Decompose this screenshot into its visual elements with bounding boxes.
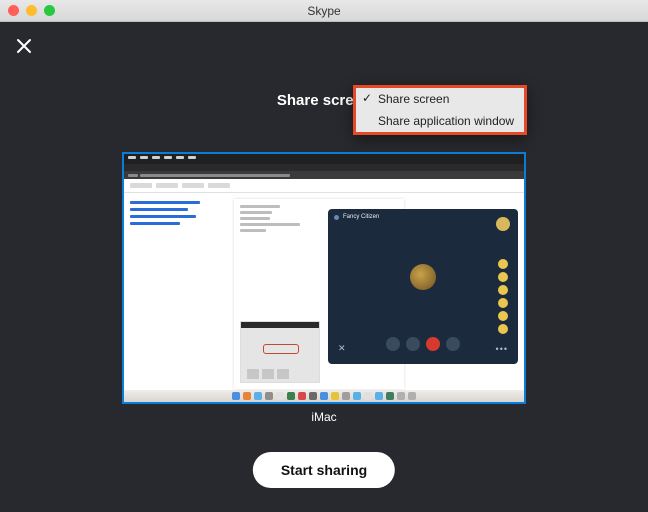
- share-screen-heading: Share screen: [0, 92, 648, 109]
- preview-mac-menubar: [124, 154, 524, 164]
- preview-doc-outline: [130, 201, 220, 229]
- close-window-icon[interactable]: [8, 5, 19, 16]
- preview-skype-call-window: Fancy Citizen ✕: [328, 209, 518, 364]
- screen-preview-container: Fancy Citizen ✕: [122, 152, 526, 424]
- window-controls[interactable]: [8, 5, 55, 16]
- dropdown-option-label: Share application window: [378, 114, 514, 128]
- share-mode-dropdown[interactable]: Share screen Share application window: [353, 85, 527, 135]
- call-participant-name: Fancy Citizen: [343, 214, 379, 220]
- window-title: Skype: [0, 4, 648, 18]
- mic-icon: [386, 337, 400, 351]
- share-icon: [446, 337, 460, 351]
- hangup-icon: [426, 337, 440, 351]
- mac-titlebar: Skype: [0, 0, 648, 22]
- start-sharing-button[interactable]: Start sharing: [253, 452, 395, 488]
- call-controls: [328, 332, 518, 356]
- minimize-window-icon[interactable]: [26, 5, 37, 16]
- reaction-icon: [498, 259, 508, 269]
- dropdown-option-share-application-window[interactable]: Share application window: [356, 110, 524, 132]
- screen-name-label: iMac: [122, 410, 526, 424]
- reactions-bar: [498, 259, 508, 334]
- reaction-icon: [498, 298, 508, 308]
- close-icon: [16, 38, 32, 54]
- screen-preview[interactable]: Fancy Citizen ✕: [122, 152, 526, 404]
- dropdown-option-share-screen[interactable]: Share screen: [356, 88, 524, 110]
- camera-icon: [406, 337, 420, 351]
- self-video-thumbnail: [496, 217, 510, 231]
- dropdown-option-label: Share screen: [378, 92, 449, 106]
- preview-url-bar: [124, 171, 524, 179]
- preview-mac-dock: [124, 390, 524, 402]
- reaction-icon: [498, 272, 508, 282]
- preview-document-app: Fancy Citizen ✕: [124, 179, 524, 390]
- reaction-icon: [498, 311, 508, 321]
- participant-avatar: [410, 264, 436, 290]
- preview-browser-tabs: [124, 164, 524, 171]
- preview-doc-toolbar: [124, 179, 524, 193]
- fullscreen-window-icon[interactable]: [44, 5, 55, 16]
- close-button[interactable]: [14, 36, 34, 56]
- share-screen-panel: Share screen Share screen Share applicat…: [0, 22, 648, 512]
- preview-embedded-screenshot: [240, 321, 320, 383]
- avatar-icon: [334, 215, 339, 220]
- reaction-icon: [498, 285, 508, 295]
- more-icon: •••: [496, 344, 508, 354]
